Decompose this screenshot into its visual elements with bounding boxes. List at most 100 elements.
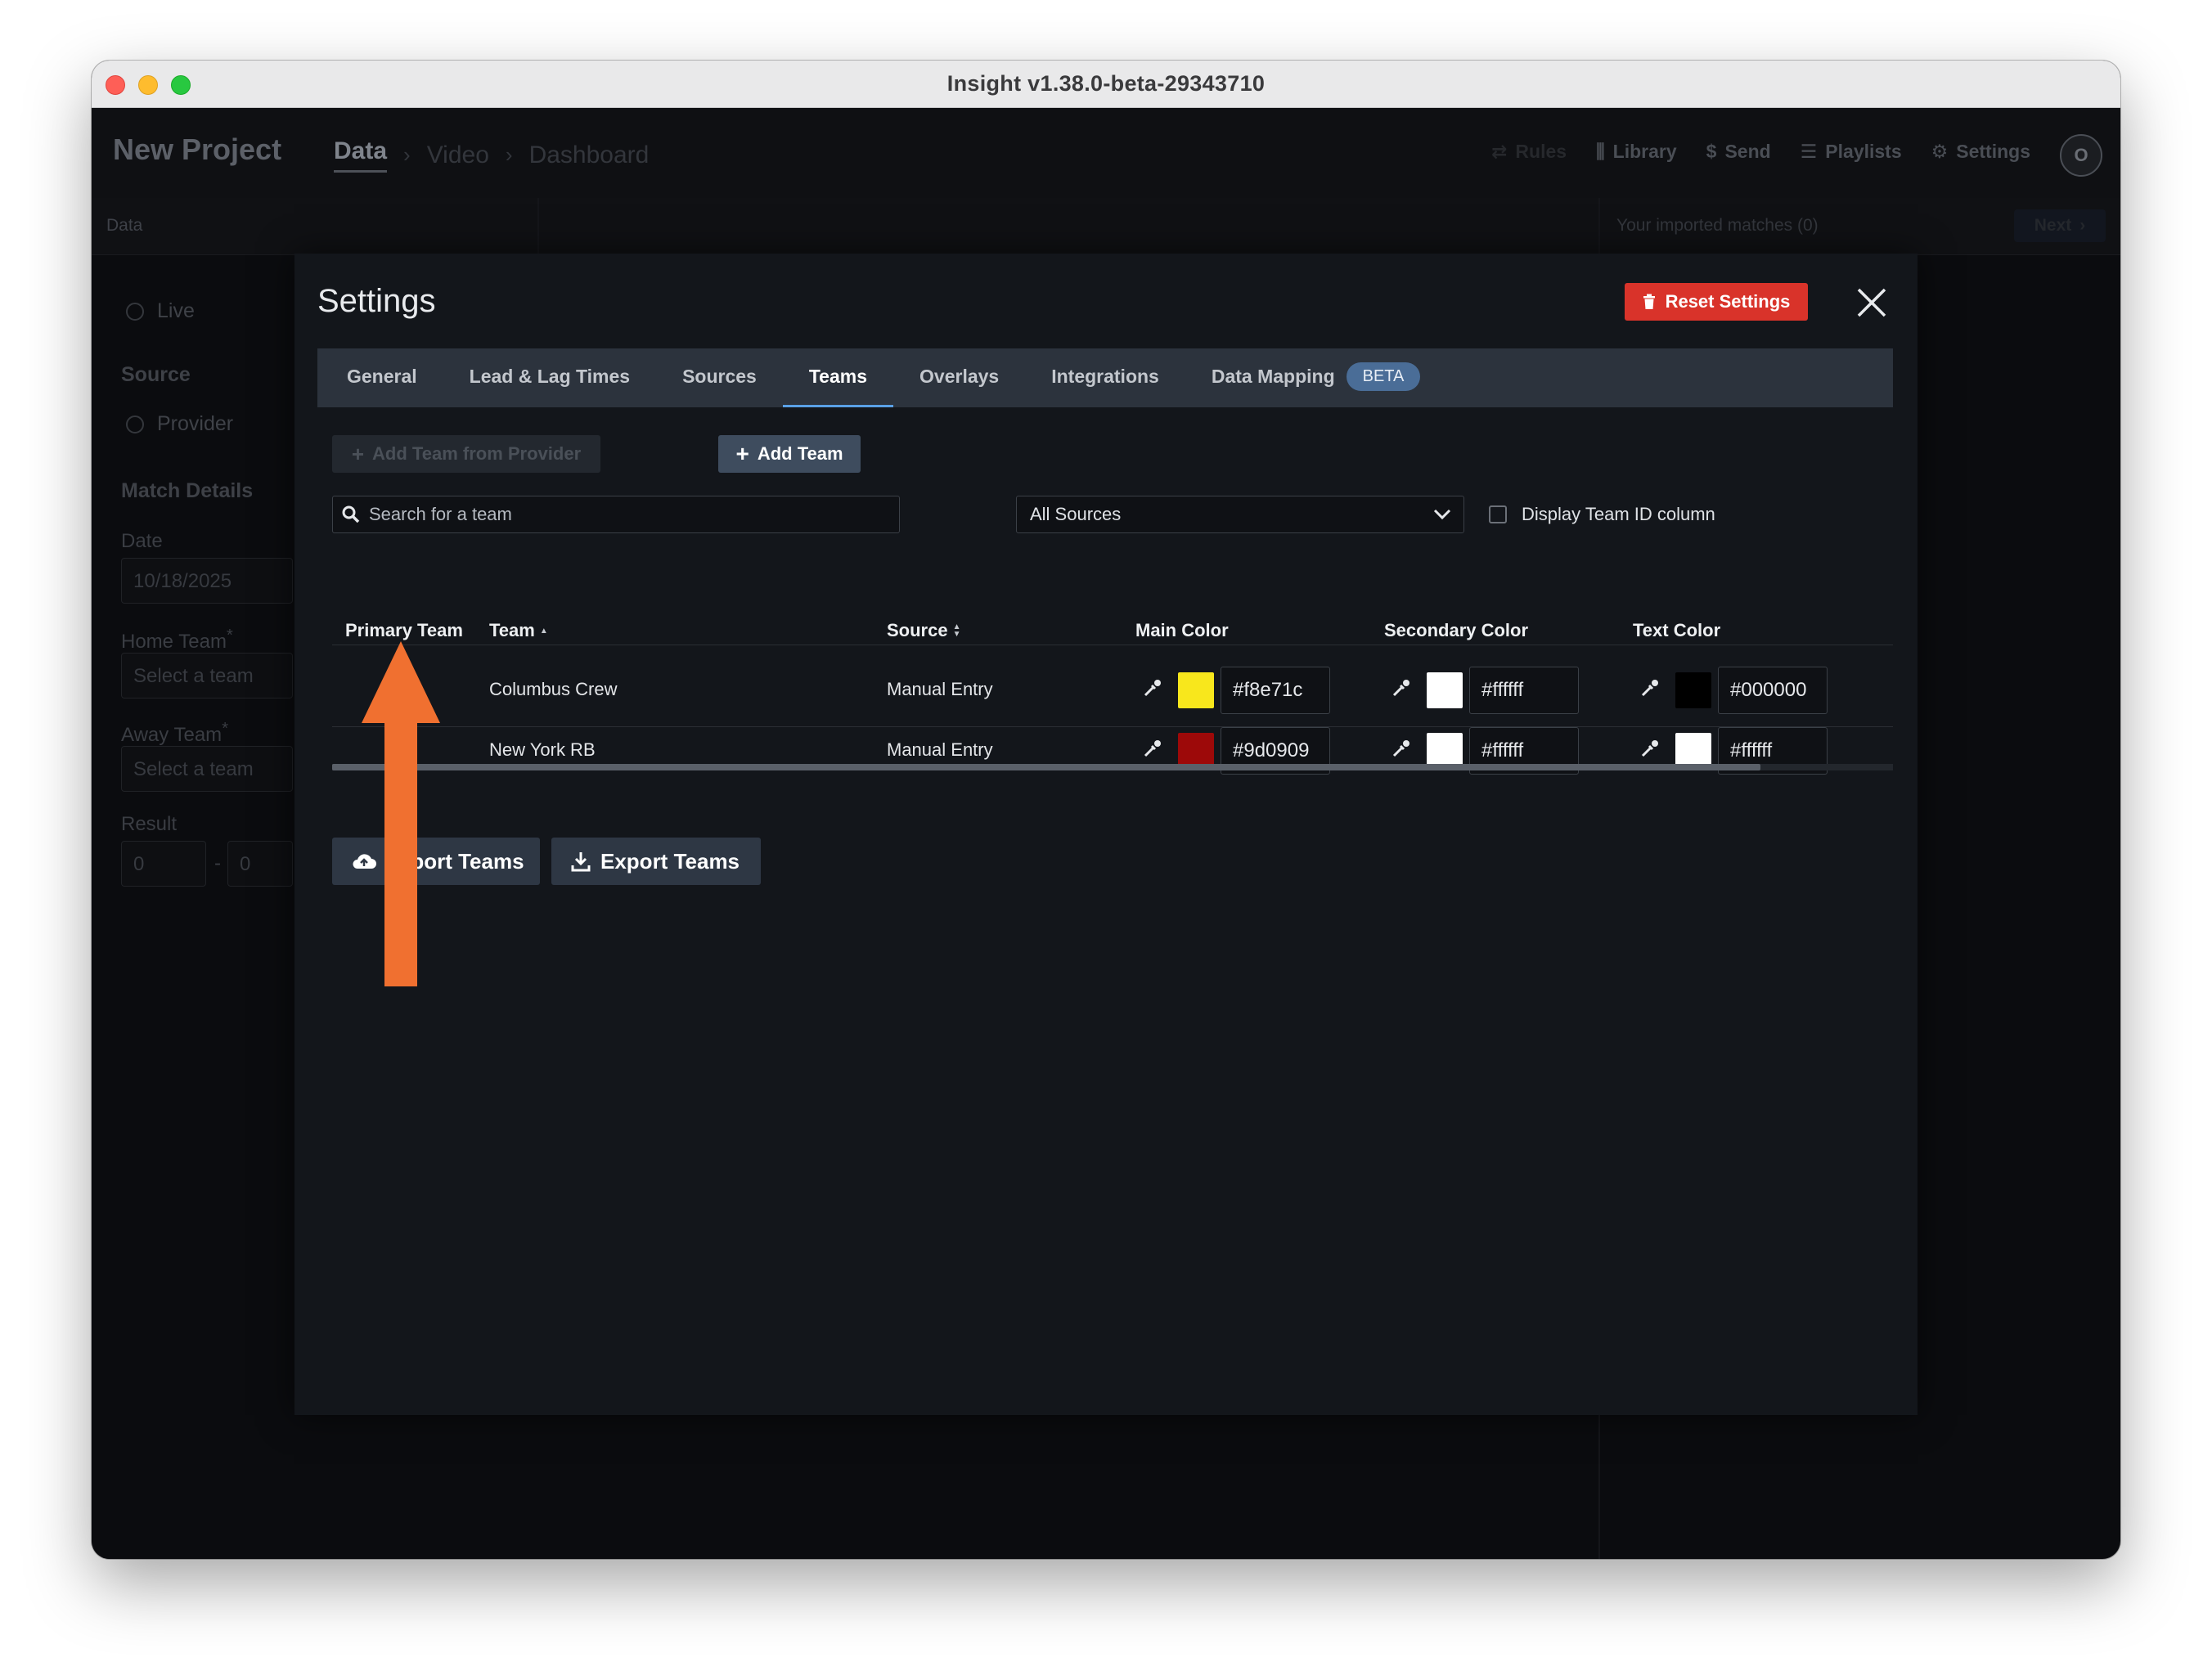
- tab-lead-lag-times[interactable]: Lead & Lag Times: [443, 348, 656, 407]
- eyedropper-icon[interactable]: [1391, 677, 1412, 699]
- team-source: Manual Entry: [887, 739, 993, 760]
- date-value: 10/18/2025: [133, 570, 232, 592]
- date-field[interactable]: 10/18/2025: [121, 558, 293, 604]
- tab-teams[interactable]: Teams: [782, 348, 894, 407]
- display-team-id-label: Display Team ID column: [1522, 504, 1715, 524]
- horizontal-scrollbar-thumb[interactable]: [332, 764, 1760, 770]
- reset-settings-button[interactable]: Reset Settings: [1625, 283, 1808, 321]
- send-button[interactable]: $ Send: [1706, 141, 1771, 163]
- reset-settings-label: Reset Settings: [1665, 291, 1791, 312]
- search-input[interactable]: [369, 504, 876, 525]
- home-team-label-text: Home Team: [121, 631, 227, 653]
- away-team-label: Away Team*: [121, 720, 228, 747]
- away-team-label-text: Away Team: [121, 724, 223, 746]
- tab-sources[interactable]: Sources: [656, 348, 783, 407]
- eyedropper-icon[interactable]: [1639, 738, 1661, 759]
- eyedropper-icon[interactable]: [1391, 738, 1412, 759]
- sub-bar: Data Your imported matches (0) Next ›: [92, 198, 2120, 255]
- annotation-arrow-icon: [362, 641, 440, 986]
- next-button[interactable]: Next ›: [2014, 209, 2106, 242]
- away-team-select[interactable]: Select a team: [121, 746, 293, 792]
- required-mark: *: [226, 627, 233, 645]
- provider-label: Provider: [157, 412, 234, 435]
- settings-tabs: General Lead & Lag Times Sources Teams O…: [317, 348, 1893, 407]
- text-color-input[interactable]: #000000: [1718, 667, 1828, 714]
- next-label: Next: [2034, 216, 2072, 235]
- result-away-select[interactable]: 0: [227, 841, 293, 887]
- add-team-from-provider-label: Add Team from Provider: [372, 443, 582, 464]
- column-header-source[interactable]: Source ▲ ▼: [887, 620, 961, 641]
- window-controls: [106, 75, 191, 95]
- playlists-button[interactable]: ☰ Playlists: [1801, 141, 1902, 163]
- send-icon: $: [1706, 141, 1717, 162]
- result-separator: -: [214, 852, 221, 874]
- add-team-from-provider-button[interactable]: + Add Team from Provider: [332, 435, 600, 473]
- column-header-source-label: Source: [887, 620, 948, 640]
- close-window-button[interactable]: [106, 75, 125, 95]
- display-team-id-checkbox[interactable]: [1489, 505, 1507, 523]
- avatar[interactable]: O: [2060, 134, 2102, 177]
- plus-icon: +: [351, 441, 365, 466]
- main-color-input[interactable]: #f8e71c: [1221, 667, 1330, 714]
- export-teams-button[interactable]: Export Teams: [551, 838, 761, 885]
- source-filter-select[interactable]: All Sources: [1016, 496, 1464, 533]
- app-header: New Project Data › Video › Dashboard ⇄ R…: [92, 108, 2120, 198]
- row-divider: [332, 726, 1893, 727]
- result-label: Result: [121, 813, 178, 835]
- result-home-value: 0: [133, 853, 145, 875]
- library-label: Library: [1612, 141, 1677, 162]
- chevron-right-icon: ›: [403, 142, 411, 167]
- required-mark: *: [222, 720, 228, 738]
- tab-overlays[interactable]: Overlays: [893, 348, 1025, 407]
- chevron-right-icon: ›: [505, 142, 513, 167]
- column-header-secondary-color: Secondary Color: [1384, 620, 1529, 640]
- breadcrumb-dashboard[interactable]: Dashboard: [529, 141, 650, 169]
- team-name: Columbus Crew: [489, 679, 618, 699]
- tab-data-mapping[interactable]: Data Mapping BETA: [1185, 348, 1447, 407]
- source-heading: Source: [121, 363, 191, 386]
- main-color-swatch[interactable]: [1178, 672, 1214, 708]
- data-panel-label: Data: [106, 216, 143, 235]
- rules-label: Rules: [1515, 141, 1567, 162]
- secondary-color-input[interactable]: #ffffff: [1469, 667, 1579, 714]
- column-header-main-color: Main Color: [1135, 620, 1229, 640]
- home-team-placeholder: Select a team: [133, 665, 254, 687]
- column-header-team[interactable]: Team ▲: [489, 620, 548, 641]
- minimize-window-button[interactable]: [138, 75, 158, 95]
- eyedropper-icon[interactable]: [1142, 738, 1163, 759]
- tab-integrations[interactable]: Integrations: [1025, 348, 1185, 407]
- live-radio[interactable]: Live: [126, 299, 195, 323]
- search-icon: [342, 505, 360, 523]
- add-team-button[interactable]: + Add Team: [718, 435, 861, 473]
- chevron-down-icon: [1433, 509, 1451, 520]
- secondary-color-swatch[interactable]: [1427, 672, 1463, 708]
- eyedropper-icon[interactable]: [1142, 677, 1163, 699]
- home-team-select[interactable]: Select a team: [121, 653, 293, 699]
- provider-radio[interactable]: Provider: [126, 412, 233, 436]
- breadcrumb-data[interactable]: Data: [334, 137, 388, 173]
- result-away-value: 0: [240, 853, 251, 875]
- tab-general[interactable]: General: [321, 348, 443, 407]
- eyedropper-icon[interactable]: [1639, 677, 1661, 699]
- close-icon[interactable]: [1855, 286, 1888, 319]
- library-button[interactable]: ⫼ Library: [1596, 141, 1677, 163]
- plus-icon: +: [735, 441, 749, 466]
- result-home-select[interactable]: 0: [121, 841, 206, 887]
- zoom-window-button[interactable]: [171, 75, 191, 95]
- rules-button[interactable]: ⇄ Rules: [1491, 141, 1567, 163]
- settings-button[interactable]: ⚙ Settings: [1931, 141, 2030, 163]
- display-team-id-toggle[interactable]: Display Team ID column: [1489, 504, 1715, 525]
- home-team-label: Home Team*: [121, 627, 233, 654]
- away-team-placeholder: Select a team: [133, 758, 254, 780]
- tab-data-mapping-label: Data Mapping: [1211, 366, 1335, 387]
- match-details-heading: Match Details: [121, 479, 254, 502]
- rules-icon: ⇄: [1491, 141, 1508, 162]
- breadcrumb-video[interactable]: Video: [427, 141, 489, 169]
- column-header-text-color: Text Color: [1633, 620, 1721, 640]
- download-icon: [571, 852, 591, 872]
- library-icon: ⫼: [1596, 141, 1605, 162]
- text-color-swatch[interactable]: [1675, 672, 1711, 708]
- breadcrumb: Data › Video › Dashboard: [334, 137, 649, 173]
- gear-icon: ⚙: [1931, 141, 1949, 162]
- settings-modal: Settings Reset Settings General Lead & L…: [294, 254, 1918, 1415]
